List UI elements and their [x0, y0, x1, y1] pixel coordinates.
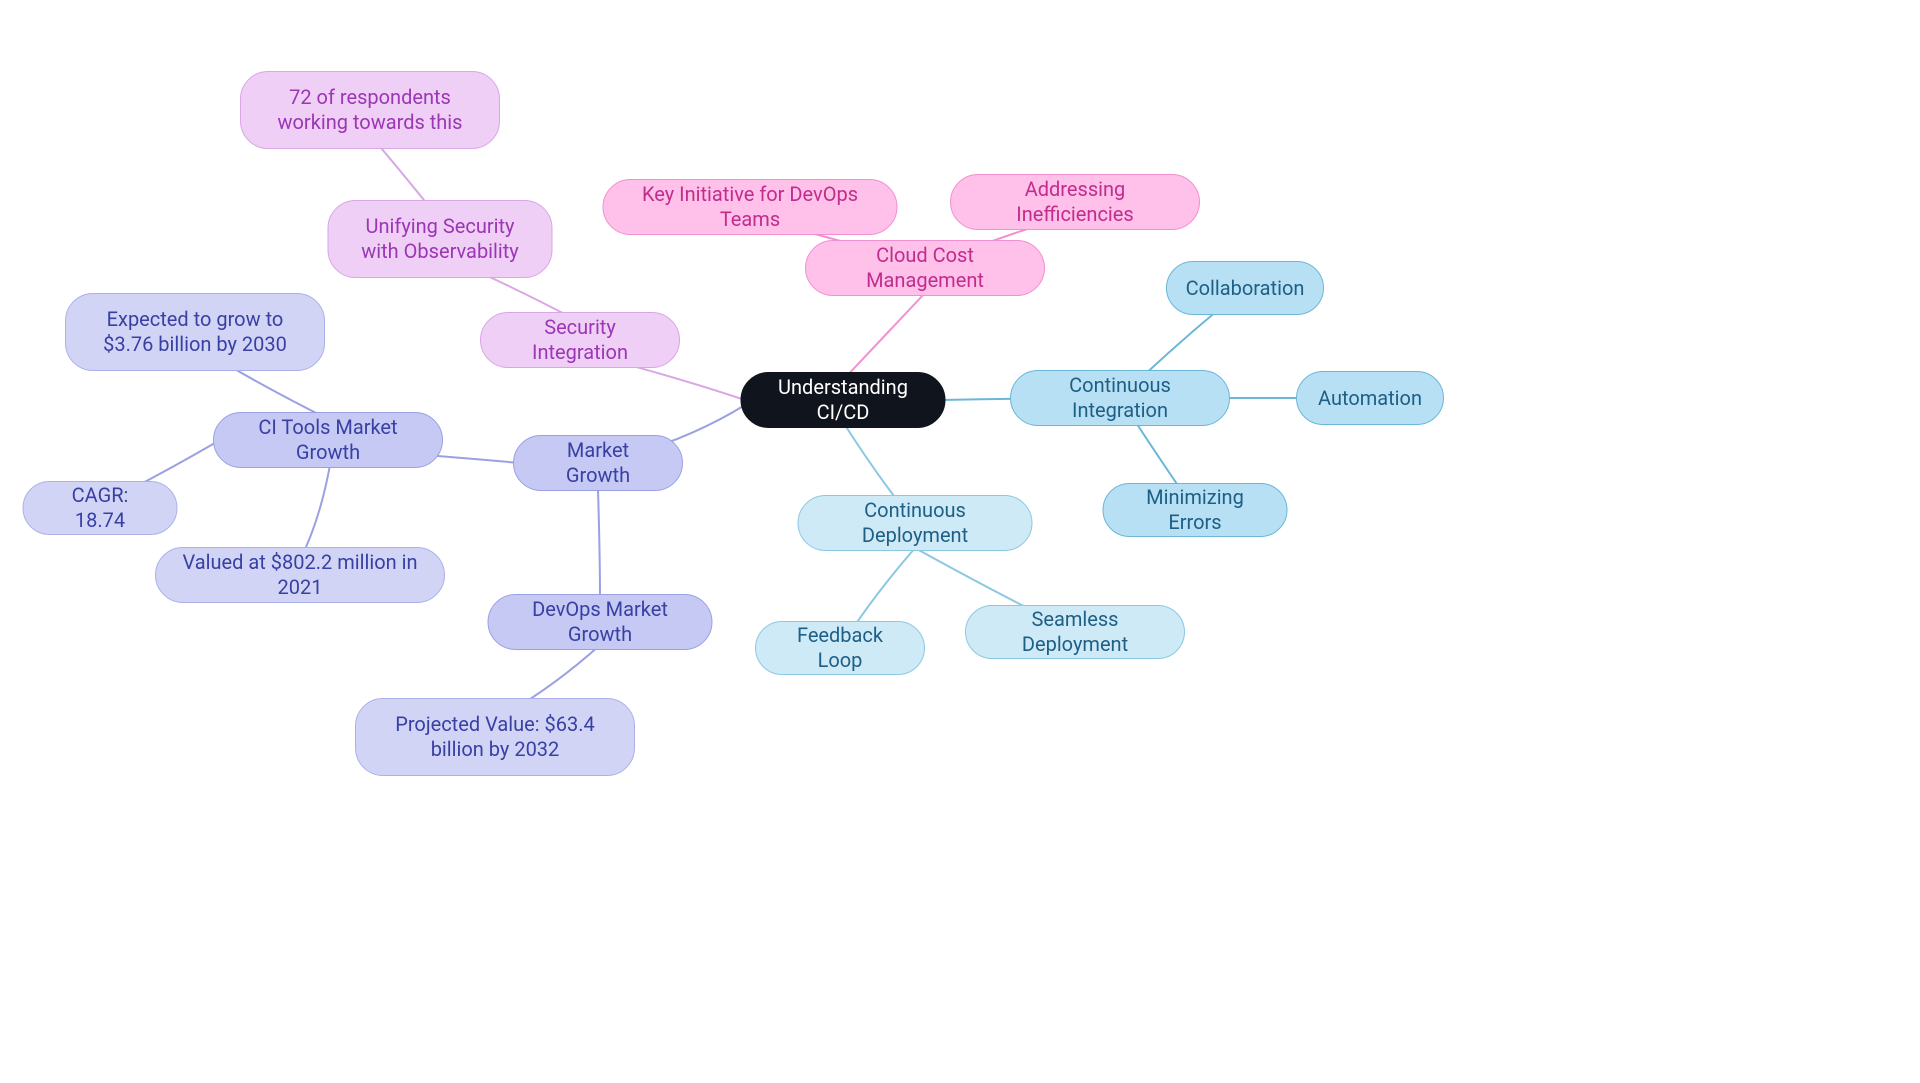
node-projected-value[interactable]: Projected Value: $63.4 billion by 2032 — [355, 698, 635, 776]
node-feedback-loop[interactable]: Feedback Loop — [755, 621, 925, 675]
node-seamless-deployment[interactable]: Seamless Deployment — [965, 605, 1185, 659]
node-label: Projected Value: $63.4 billion by 2032 — [378, 712, 612, 762]
node-label: Cloud Cost Management — [828, 243, 1022, 293]
node-label: Collaboration — [1186, 276, 1305, 301]
node-label: Unifying Security with Observability — [351, 214, 530, 264]
node-label: Feedback Loop — [778, 623, 902, 673]
node-label: Market Growth — [536, 438, 660, 488]
node-label: Continuous Deployment — [821, 498, 1010, 548]
node-unifying-security[interactable]: Unifying Security with Observability — [328, 200, 553, 278]
node-label: Automation — [1318, 386, 1422, 411]
node-continuous-integration[interactable]: Continuous Integration — [1010, 370, 1230, 426]
node-key-initiative[interactable]: Key Initiative for DevOps Teams — [603, 179, 898, 235]
node-cagr[interactable]: CAGR: 18.74 — [23, 481, 178, 535]
node-automation[interactable]: Automation — [1296, 371, 1444, 425]
node-label: Valued at $802.2 million in 2021 — [178, 550, 422, 600]
node-label: CI Tools Market Growth — [236, 415, 420, 465]
node-cloud-cost-management[interactable]: Cloud Cost Management — [805, 240, 1045, 296]
node-label: Understanding CI/CD — [764, 375, 923, 425]
node-minimizing-errors[interactable]: Minimizing Errors — [1103, 483, 1288, 537]
mindmap-root[interactable]: Understanding CI/CD — [741, 372, 946, 428]
node-grow-2030[interactable]: Expected to grow to $3.76 billion by 203… — [65, 293, 325, 371]
node-valued-2021[interactable]: Valued at $802.2 million in 2021 — [155, 547, 445, 603]
node-label: Key Initiative for DevOps Teams — [626, 182, 875, 232]
node-security-integration[interactable]: Security Integration — [480, 312, 680, 368]
node-label: CAGR: 18.74 — [46, 483, 155, 533]
node-market-growth[interactable]: Market Growth — [513, 435, 683, 491]
node-label: DevOps Market Growth — [511, 597, 690, 647]
node-collaboration[interactable]: Collaboration — [1166, 261, 1324, 315]
node-label: Expected to grow to $3.76 billion by 203… — [88, 307, 302, 357]
node-label: 72 of respondents working towards this — [263, 85, 477, 135]
node-addressing-inefficiencies[interactable]: Addressing Inefficiencies — [950, 174, 1200, 230]
node-label: Continuous Integration — [1033, 373, 1207, 423]
node-label: Seamless Deployment — [988, 607, 1162, 657]
node-label: Minimizing Errors — [1126, 485, 1265, 535]
node-devops-market[interactable]: DevOps Market Growth — [488, 594, 713, 650]
node-continuous-deployment[interactable]: Continuous Deployment — [798, 495, 1033, 551]
node-label: Addressing Inefficiencies — [973, 177, 1177, 227]
node-ci-tools-market[interactable]: CI Tools Market Growth — [213, 412, 443, 468]
node-label: Security Integration — [503, 315, 657, 365]
node-72-respondents[interactable]: 72 of respondents working towards this — [240, 71, 500, 149]
